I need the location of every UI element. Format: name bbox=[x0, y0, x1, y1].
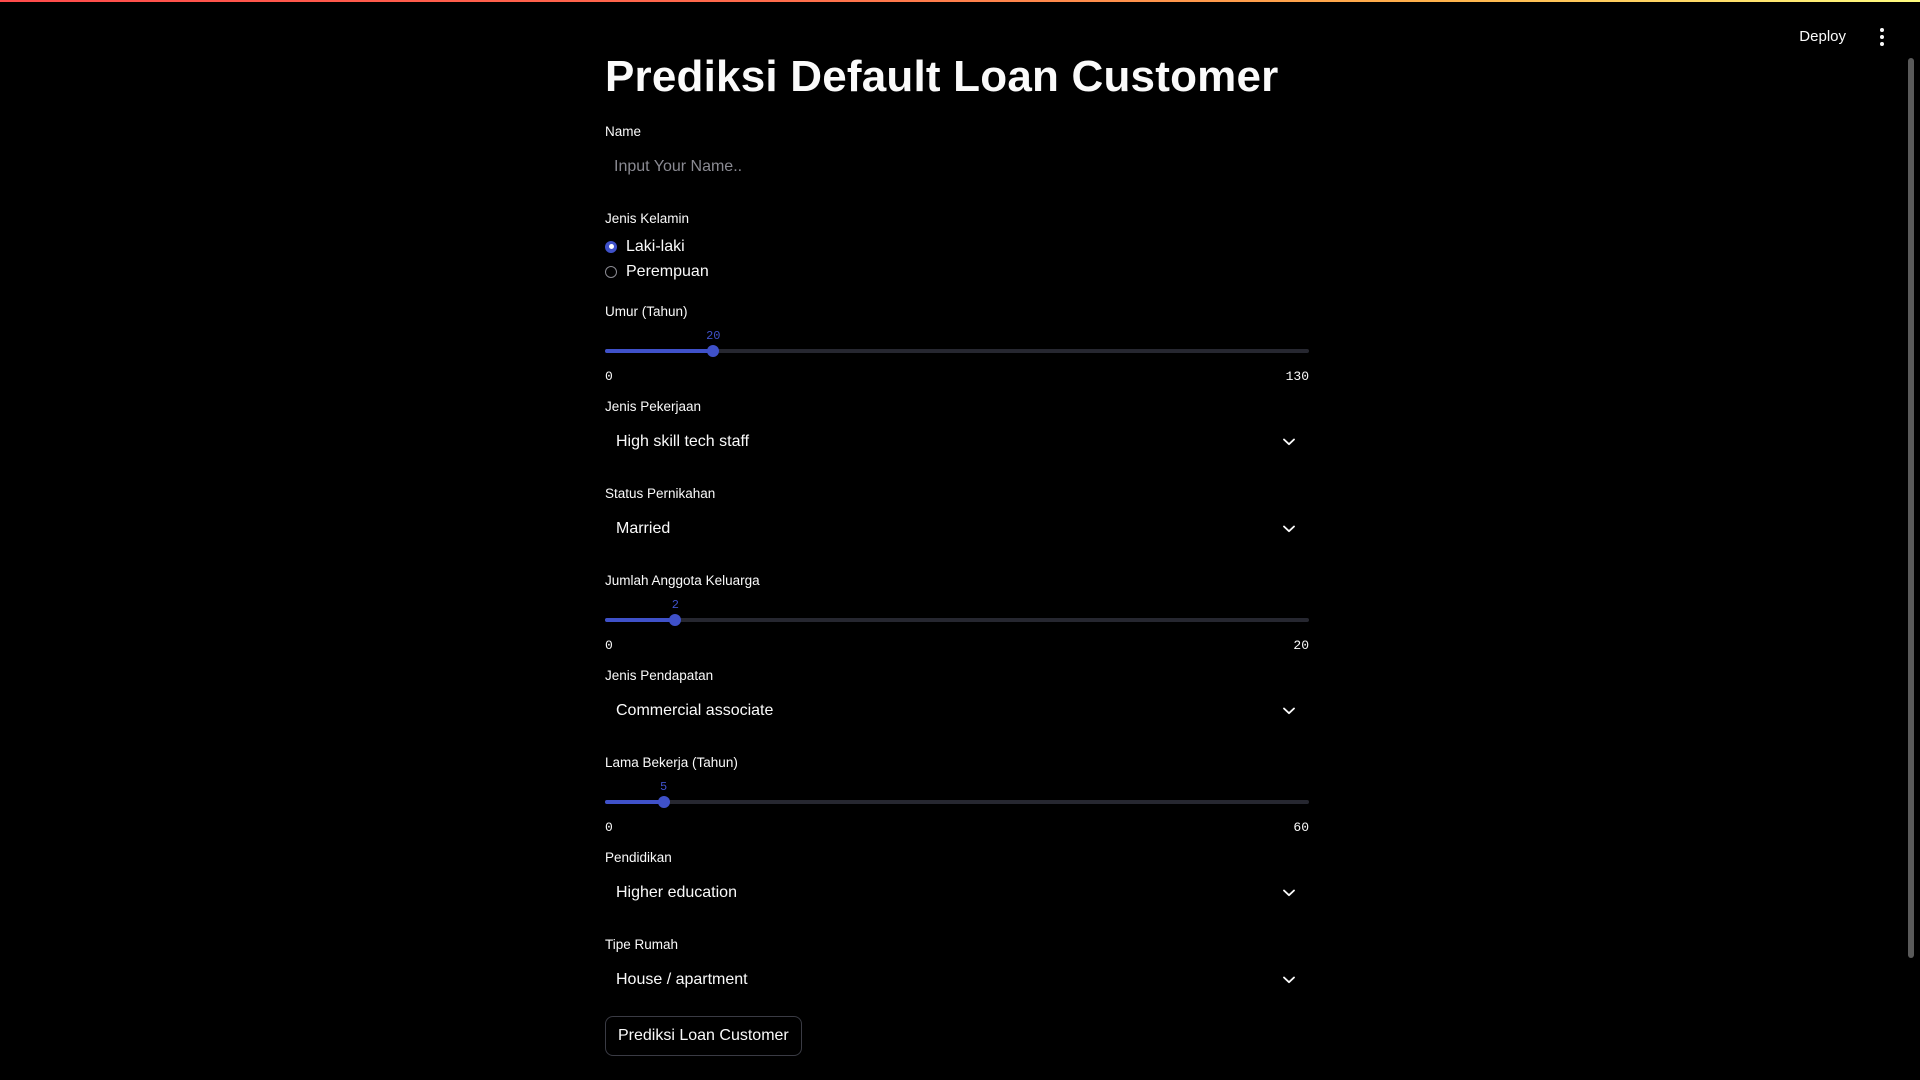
menu-dot bbox=[1880, 34, 1884, 39]
name-input[interactable] bbox=[605, 147, 1309, 187]
slider-fill bbox=[605, 800, 664, 804]
main-content: Prediksi Default Loan Customer Name Jeni… bbox=[605, 52, 1309, 1056]
slider-fill bbox=[605, 349, 714, 353]
education-field-group: Pendidikan Higher education bbox=[605, 850, 1309, 913]
gender-label: Jenis Kelamin bbox=[605, 211, 690, 226]
marital-select[interactable]: Married bbox=[605, 509, 1309, 549]
job-selected-value: High skill tech staff bbox=[616, 433, 750, 450]
chevron-down-icon bbox=[1283, 974, 1295, 986]
radio-option-laki-laki[interactable]: Laki-laki bbox=[605, 234, 1309, 259]
family-slider-value: 2 bbox=[671, 598, 679, 612]
slider-track[interactable] bbox=[605, 618, 1309, 622]
kebab-menu-icon[interactable] bbox=[1874, 25, 1890, 49]
education-selected-value: Higher education bbox=[616, 884, 737, 901]
page-title: Prediksi Default Loan Customer bbox=[605, 52, 1279, 101]
income-field-group: Jenis Pendapatan Commercial associate bbox=[605, 668, 1309, 731]
marital-field-group: Status Pernikahan Married bbox=[605, 486, 1309, 549]
slider-max: 20 bbox=[1293, 638, 1309, 653]
marital-selected-value: Married bbox=[616, 520, 671, 537]
income-select[interactable]: Commercial associate bbox=[605, 691, 1309, 731]
family-field-group: Jumlah Anggota Keluarga 2 0 20 bbox=[605, 573, 1309, 653]
housing-label: Tipe Rumah bbox=[605, 937, 679, 952]
slider-fill bbox=[605, 618, 676, 622]
slider-track[interactable] bbox=[605, 800, 1309, 804]
housing-select[interactable]: House / apartment bbox=[605, 960, 1309, 1000]
chevron-down-icon bbox=[1283, 887, 1295, 899]
age-label: Umur (Tahun) bbox=[605, 304, 688, 319]
housing-selected-value: House / apartment bbox=[616, 971, 748, 988]
work-years-field-group: Lama Bekerja (Tahun) 5 0 60 bbox=[605, 755, 1309, 835]
income-label: Jenis Pendapatan bbox=[605, 668, 714, 683]
job-field-group: Jenis Pekerjaan High skill tech staff bbox=[605, 399, 1309, 462]
slider-thumb[interactable] bbox=[657, 796, 670, 808]
income-selected-value: Commercial associate bbox=[616, 702, 774, 719]
work-years-label: Lama Bekerja (Tahun) bbox=[605, 755, 738, 770]
education-label: Pendidikan bbox=[605, 850, 672, 865]
radio-checked-icon bbox=[605, 240, 617, 253]
work-years-slider[interactable]: 5 0 60 bbox=[605, 774, 1309, 835]
job-select[interactable]: High skill tech staff bbox=[605, 422, 1309, 462]
name-field-group: Name bbox=[605, 124, 1309, 187]
predict-button[interactable]: Prediksi Loan Customer bbox=[605, 1016, 802, 1056]
toolbar: Deploy bbox=[1793, 24, 1890, 49]
gender-field-group: Jenis Kelamin Laki-laki Perempuan bbox=[605, 211, 1309, 284]
menu-dot bbox=[1880, 27, 1884, 32]
slider-min: 0 bbox=[605, 369, 613, 384]
menu-dot bbox=[1880, 41, 1884, 46]
top-decoration-bar bbox=[0, 0, 1920, 2]
deploy-button[interactable]: Deploy bbox=[1793, 24, 1852, 49]
slider-thumb[interactable] bbox=[669, 614, 682, 626]
family-label: Jumlah Anggota Keluarga bbox=[605, 573, 760, 588]
radio-option-perempuan[interactable]: Perempuan bbox=[605, 259, 1309, 284]
slider-min: 0 bbox=[605, 820, 613, 835]
education-select[interactable]: Higher education bbox=[605, 873, 1309, 913]
radio-unchecked-icon bbox=[605, 265, 617, 278]
chevron-down-icon bbox=[1283, 705, 1295, 717]
slider-max: 60 bbox=[1293, 820, 1309, 835]
slider-min: 0 bbox=[605, 638, 613, 653]
slider-thumb[interactable] bbox=[707, 345, 720, 357]
chevron-down-icon bbox=[1283, 436, 1295, 448]
age-slider[interactable]: 20 0 130 bbox=[605, 323, 1309, 384]
age-field-group: Umur (Tahun) 20 0 130 bbox=[605, 304, 1309, 384]
name-label: Name bbox=[605, 124, 642, 139]
housing-field-group: Tipe Rumah House / apartment bbox=[605, 937, 1309, 1000]
family-slider[interactable]: 2 0 20 bbox=[605, 592, 1309, 653]
radio-label: Laki-laki bbox=[626, 237, 685, 255]
radio-label: Perempuan bbox=[626, 262, 709, 280]
chevron-down-icon bbox=[1283, 523, 1295, 535]
marital-label: Status Pernikahan bbox=[605, 486, 716, 501]
work-years-slider-value: 5 bbox=[660, 780, 668, 794]
job-label: Jenis Pekerjaan bbox=[605, 399, 702, 414]
scrollbar[interactable] bbox=[1908, 58, 1914, 958]
slider-max: 130 bbox=[1285, 369, 1309, 384]
age-slider-value: 20 bbox=[706, 329, 721, 343]
